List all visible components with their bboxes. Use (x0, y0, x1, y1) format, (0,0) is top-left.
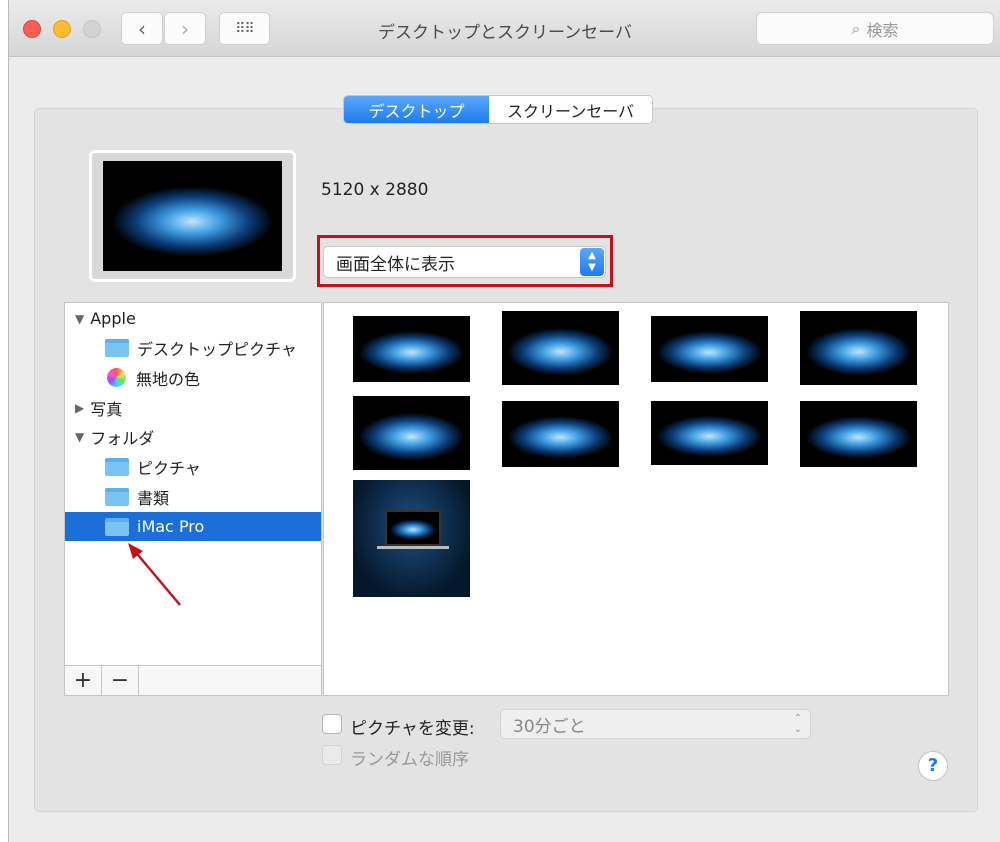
desktop-preview (89, 150, 296, 282)
change-picture-label: ピクチャを変更: (350, 719, 475, 739)
random-order-label: ランダムな順序 (350, 750, 469, 770)
tab-bar: デスクトップ スクリーンセーバ (343, 95, 654, 124)
help-button[interactable]: ? (918, 751, 948, 781)
title-bar: ‹ › ⠿⠿ デスクトップとスクリーンセーバ ⌕ 検索 (9, 0, 1000, 57)
change-picture-checkbox[interactable] (322, 714, 342, 734)
search-icon: ⌕ (851, 18, 861, 38)
preview-image (103, 161, 282, 271)
resolution-label: 5120 x 2880 (321, 180, 429, 200)
search-field[interactable]: ⌕ 検索 (756, 12, 994, 45)
wallpaper-thumbnail[interactable] (502, 401, 619, 467)
disclosure-down-icon: ▼ (75, 429, 85, 444)
interval-value: 30分ごと (513, 716, 586, 737)
sidebar-item-label: フォルダ (90, 428, 155, 448)
sidebar-item-solid-colors[interactable]: 無地の色 (65, 363, 321, 392)
folder-icon (105, 487, 129, 506)
wallpaper-thumbnail[interactable] (502, 311, 619, 385)
sidebar-item-imac-pro[interactable]: iMac Pro (65, 512, 321, 541)
wallpaper-grid (323, 302, 949, 696)
chevron-updown-icon: ⌃ ⌄ (793, 713, 802, 735)
sidebar-item-photos[interactable]: ▶ 写真 (65, 393, 321, 422)
sidebar-item-label: 書類 (137, 488, 170, 508)
sidebar-item-desktop-pictures[interactable]: デスクトップピクチャ (65, 333, 321, 362)
sidebar-item-label: iMac Pro (137, 517, 205, 536)
background-edge (0, 0, 8, 842)
sidebar-item-label: 無地の色 (136, 369, 201, 389)
tab-desktop[interactable]: デスクトップ (344, 96, 489, 123)
laptop-image (385, 510, 441, 546)
sidebar-toolbar: + − (65, 665, 321, 695)
sidebar-item-label: 写真 (90, 399, 123, 419)
chevron-updown-icon: ▲ ▼ (580, 248, 604, 276)
source-sidebar: ▼ Apple デスクトップピクチャ 無地の色 ▶ 写真 ▼ フォルダ ピクチャ 書類… (64, 302, 322, 696)
sidebar-item-apple[interactable]: ▼ Apple (65, 304, 321, 333)
wallpaper-thumbnail[interactable] (651, 401, 768, 465)
laptop-base (377, 546, 449, 549)
folder-icon (105, 517, 129, 536)
sidebar-item-label: デスクトップピクチャ (137, 339, 297, 359)
preferences-window: ‹ › ⠿⠿ デスクトップとスクリーンセーバ ⌕ 検索 デスクトップ スクリーンセ… (8, 0, 1000, 842)
wallpaper-thumbnail[interactable] (353, 396, 470, 470)
wallpaper-thumbnail[interactable] (353, 316, 470, 382)
disclosure-right-icon: ▶ (75, 400, 85, 415)
sidebar-item-documents[interactable]: 書類 (65, 482, 321, 511)
sidebar-item-label: ピクチャ (137, 458, 201, 478)
add-folder-button[interactable]: + (65, 666, 102, 695)
wallpaper-thumbnail[interactable] (651, 316, 768, 382)
fit-mode-value: 画面全体に表示 (336, 254, 455, 275)
remove-folder-button[interactable]: − (102, 666, 139, 695)
wallpaper-thumbnail[interactable] (353, 480, 470, 597)
folder-icon (105, 457, 129, 476)
tab-screensaver[interactable]: スクリーンセーバ (489, 96, 653, 123)
fit-mode-select[interactable]: 画面全体に表示 ▲ ▼ (323, 246, 606, 278)
wallpaper-thumbnail[interactable] (800, 401, 917, 467)
sidebar-item-folders[interactable]: ▼ フォルダ (65, 422, 321, 451)
color-wheel-icon (107, 368, 126, 387)
sidebar-item-label: Apple (90, 309, 136, 328)
random-order-checkbox[interactable] (322, 745, 342, 765)
folder-icon (105, 338, 129, 357)
annotation-arrow (128, 543, 181, 606)
interval-select[interactable]: 30分ごと ⌃ ⌄ (500, 709, 811, 739)
search-placeholder: 検索 (866, 20, 899, 40)
disclosure-down-icon: ▼ (75, 311, 85, 326)
wallpaper-thumbnail[interactable] (800, 311, 917, 385)
sidebar-item-pictures[interactable]: ピクチャ (65, 452, 321, 481)
